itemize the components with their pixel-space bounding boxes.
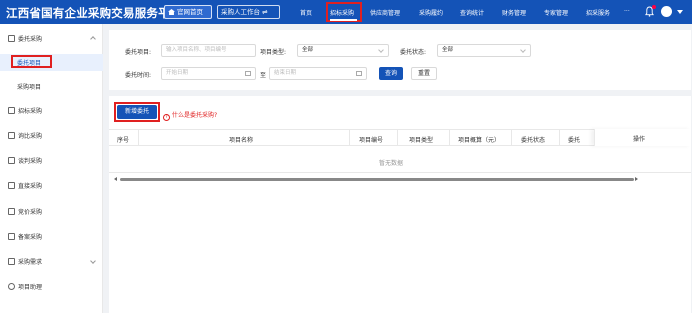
- workbench-switch-button[interactable]: 采购人工作台 ⇌: [217, 5, 280, 19]
- status-label: 委托状态:: [400, 49, 427, 56]
- help-link[interactable]: ? 什么是委托采购?: [163, 110, 217, 121]
- sidebar-item-requirements[interactable]: 采购需求: [8, 257, 42, 266]
- sidebar-item-direct[interactable]: 直接采购: [8, 181, 42, 190]
- query-button[interactable]: 查询: [379, 67, 403, 80]
- nav-statistics[interactable]: 查询统计: [460, 8, 484, 17]
- scroll-left-arrow[interactable]: [114, 177, 117, 181]
- empty-state: 暂无数据: [379, 160, 404, 167]
- chevron-down-icon[interactable]: [90, 258, 96, 264]
- col-project-number: 项目编号: [359, 137, 384, 144]
- notification-dot: [652, 5, 656, 9]
- chevron-down-icon[interactable]: [677, 10, 683, 14]
- col-divider: [397, 130, 398, 146]
- scroll-right-arrow[interactable]: [635, 177, 638, 181]
- user-icon: [8, 283, 15, 290]
- nav-experts[interactable]: 专家管理: [544, 8, 568, 17]
- project-type-select[interactable]: 全部: [297, 44, 389, 57]
- col-divider: [138, 130, 139, 146]
- end-date-input[interactable]: 结束日期: [269, 67, 367, 80]
- nav-finance[interactable]: 财务管理: [502, 8, 526, 17]
- type-label: 项目类型:: [260, 49, 287, 56]
- col-budget: 项目概算（元）: [458, 137, 501, 144]
- nav-performance[interactable]: 采购履约: [419, 8, 443, 17]
- delegation-status-select[interactable]: 全部: [437, 44, 531, 57]
- col-delegation: 委托: [568, 137, 581, 144]
- sidebar-item-procurement-project[interactable]: 采购项目: [17, 82, 41, 91]
- official-home-button[interactable]: 官网首页: [164, 5, 212, 19]
- col-operation: 操作: [633, 136, 646, 143]
- operation-column-header: 操作: [594, 129, 691, 146]
- nav-home[interactable]: 首页: [300, 8, 312, 17]
- question-icon: ?: [163, 114, 170, 121]
- nav-more[interactable]: ···: [624, 8, 630, 15]
- top-bar: 江西省国有企业采购交易服务平台 官网首页 采购人工作台 ⇌ 首页 招标采购 供应…: [0, 0, 692, 24]
- project-search-input[interactable]: 输入项目名称、项目编号: [161, 44, 256, 57]
- time-label: 委托时间:: [125, 72, 152, 79]
- nav-services[interactable]: 招采服务: [586, 8, 610, 17]
- requirements-icon: [8, 258, 15, 265]
- calendar-icon: [245, 71, 251, 76]
- reset-button[interactable]: 重置: [411, 67, 437, 80]
- horizontal-scrollbar[interactable]: [120, 178, 634, 181]
- sidebar-group-delegated[interactable]: 委托采购: [8, 34, 42, 43]
- date-to-label: 至: [260, 72, 267, 79]
- sidebar-item-delegated-project[interactable]: 委托项目: [17, 58, 41, 67]
- delegate-icon: [8, 35, 15, 42]
- sidebar-item-inquiry[interactable]: 询比采购: [8, 131, 42, 140]
- col-project-type: 项目类型: [409, 137, 434, 144]
- start-date-input[interactable]: 开始日期: [161, 67, 256, 80]
- col-divider: [559, 130, 560, 146]
- active-nav-underline: [330, 19, 357, 21]
- direct-icon: [8, 182, 15, 189]
- sidebar: 委托采购 委托项目 采购项目 招标采购 询比采购 谈判采购 直接采购 竞价采购 …: [0, 24, 103, 313]
- table-panel: 新增委托 ? 什么是委托采购? 序号 项目名称 项目编号 项目类型 项目概算（元）…: [109, 96, 691, 313]
- table-bottom-border: [109, 172, 691, 173]
- new-delegation-button[interactable]: 新增委托: [117, 105, 157, 119]
- sidebar-item-bidding[interactable]: 竞价采购: [8, 207, 42, 216]
- filter-panel: 委托项目: 输入项目名称、项目编号 项目类型: 全部 委托状态: 全部 委托时间…: [109, 30, 691, 90]
- filing-icon: [8, 233, 15, 240]
- inquiry-icon: [8, 132, 15, 139]
- platform-logo[interactable]: 江西省国有企业采购交易服务平台: [6, 5, 182, 21]
- bidding-icon: [8, 208, 15, 215]
- sidebar-item-filing[interactable]: 备案采购: [8, 232, 42, 241]
- negotiation-icon: [8, 157, 15, 164]
- project-label: 委托项目:: [125, 49, 152, 56]
- chevron-up-icon[interactable]: [90, 36, 96, 42]
- nav-supplier-management[interactable]: 供应商管理: [370, 8, 400, 17]
- col-project-name: 项目名称: [229, 137, 254, 144]
- sidebar-item-tendering[interactable]: 招标采购: [8, 106, 42, 115]
- col-index: 序号: [117, 137, 130, 144]
- calendar-icon: [356, 71, 362, 76]
- col-divider: [511, 130, 512, 146]
- col-divider: [349, 130, 350, 146]
- sidebar-item-negotiation[interactable]: 谈判采购: [8, 156, 42, 165]
- user-avatar[interactable]: [661, 6, 672, 17]
- col-status: 委托状态: [521, 137, 546, 144]
- home-icon: [168, 9, 175, 15]
- col-divider: [449, 130, 450, 146]
- sidebar-item-assistant[interactable]: 项目助理: [8, 282, 42, 291]
- tender-icon: [8, 107, 15, 114]
